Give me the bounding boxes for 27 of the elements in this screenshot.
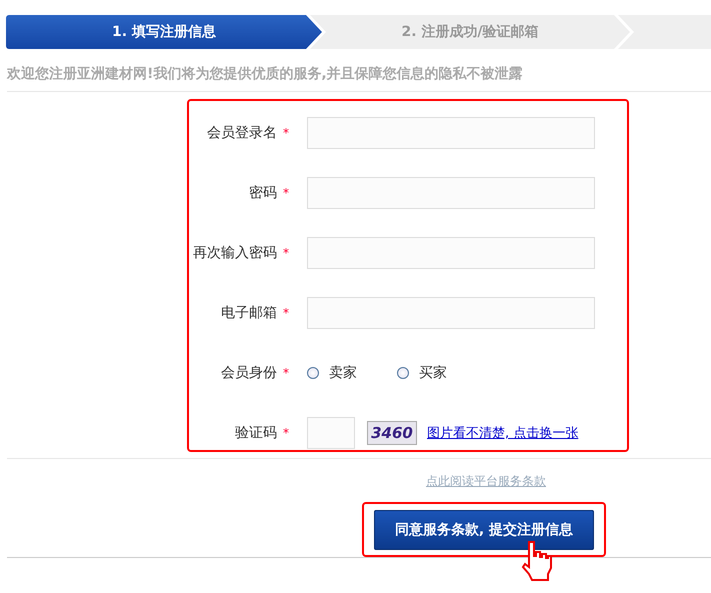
radio-label: 卖家	[329, 364, 357, 382]
hand-cursor-icon	[520, 540, 554, 582]
radio-button[interactable]	[307, 367, 319, 379]
input-field[interactable]	[307, 297, 595, 329]
required-mark: *	[283, 126, 289, 140]
captcha-field[interactable]	[307, 417, 355, 449]
required-mark: *	[283, 186, 289, 200]
required-mark: *	[283, 366, 289, 380]
required-mark: *	[283, 426, 289, 440]
required-mark: *	[283, 306, 289, 320]
radio-label: 买家	[419, 364, 447, 382]
submit-button[interactable]: 同意服务条款, 提交注册信息	[374, 510, 594, 550]
input-field[interactable]	[307, 237, 595, 269]
field-label: 电子邮箱	[221, 305, 277, 321]
step-tab[interactable]: 1. 填写注册信息	[6, 15, 322, 49]
radio-button[interactable]	[397, 367, 409, 379]
captcha-image: 3460	[367, 421, 417, 445]
field-label: 再次输入密码	[193, 245, 277, 261]
welcome-text: 欢迎您注册亚洲建材网!我们将为您提供优质的服务,并且保障您信息的隐私不被泄露	[7, 65, 524, 83]
field-label: 会员身份	[221, 365, 277, 381]
field-label: 会员登录名	[207, 125, 277, 141]
input-field[interactable]	[307, 177, 595, 209]
required-mark: *	[283, 246, 289, 260]
refresh-captcha-link[interactable]: 图片看不清楚, 点击换一张	[427, 424, 578, 442]
field-label: 验证码	[235, 425, 277, 441]
input-field[interactable]	[307, 117, 595, 149]
field-label: 密码	[249, 185, 277, 201]
